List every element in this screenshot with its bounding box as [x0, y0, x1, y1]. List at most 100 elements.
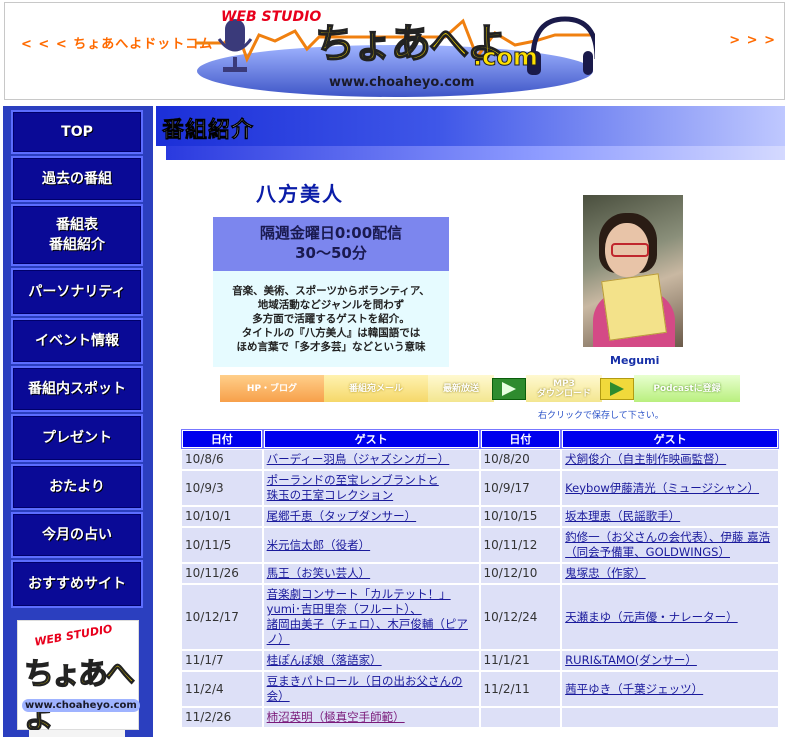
- logo-studio-text: WEB STUDIO: [221, 9, 322, 25]
- guest-link[interactable]: 茜平ゆき（千葉ジェッツ）: [565, 682, 703, 696]
- guest-cell: 音楽劇コンサート「カルテット！」 yumi･吉田里奈（フルート）、 諸岡由美子（…: [263, 585, 479, 649]
- guest-table: 日付 ゲスト 日付 ゲスト 10/8/6 バーディー羽鳥（ジャズシンガー） 10/8…: [180, 428, 780, 729]
- date-cell: 10/9/17: [480, 471, 561, 505]
- header-guest-1: ゲスト: [262, 429, 480, 449]
- header-date-2: 日付: [479, 429, 562, 449]
- date-cell: 10/12/24: [480, 585, 561, 649]
- mail-button[interactable]: 番組宛メール: [324, 375, 428, 402]
- sidebar-item-past-programs[interactable]: 過去の番組: [11, 156, 143, 202]
- date-cell: 10/8/6: [182, 450, 262, 469]
- sidebar-item-recommended[interactable]: おすすめサイト: [11, 560, 143, 608]
- date-cell: 11/1/21: [480, 651, 561, 670]
- table-header-row: 日付 ゲスト 日付 ゲスト: [181, 429, 779, 449]
- schedule-text: 隔週金曜日0:00配信: [259, 224, 403, 242]
- guest-cell: 馬王（お笑い芸人）: [263, 564, 479, 583]
- guest-cell: 茜平ゆき（千葉ジェッツ）: [562, 672, 778, 706]
- date-cell: 10/11/26: [182, 564, 262, 583]
- guest-link[interactable]: 犬飼俊介（自主制作映画監督）: [565, 452, 726, 466]
- section-title: 番組紹介: [162, 118, 255, 144]
- logo-url-text: www.choaheyo.com: [329, 75, 475, 90]
- guest-cell: 桂ぽんぽ娘（落語家）: [263, 651, 479, 670]
- date-cell: 11/1/7: [182, 651, 262, 670]
- guest-link[interactable]: 桂ぽんぽ娘（落語家）: [267, 653, 382, 667]
- guest-cell: 釣修一（お父さんの会代表）、伊藤 嘉浩（同会予備軍、GOLDWINGS）: [562, 528, 778, 562]
- sidebar-item-events[interactable]: イベント情報: [11, 318, 143, 364]
- table-row: 11/2/26 柿沼英明（極真空手師範）: [182, 708, 778, 727]
- duration-text: 30〜50分: [295, 244, 367, 262]
- guest-cell: 天瀬まゆ（元声優・ナレーター）: [562, 585, 778, 649]
- date-cell: 11/2/4: [182, 672, 262, 706]
- table-row: 11/1/7 桂ぽんぽ娘（落語家） 11/1/21 RURI&TAMO(ダンサー）: [182, 651, 778, 670]
- play-latest-icon[interactable]: [492, 378, 526, 400]
- table-row: 10/11/5 米元信太郎（役者） 10/11/12 釣修一（お父さんの会代表）、伊藤…: [182, 528, 778, 562]
- table-row: 10/11/26 馬王（お笑い芸人） 10/12/10 鬼塚忠（作家）: [182, 564, 778, 583]
- guest-link[interactable]: ポーランドの至宝レンブラントと 珠玉の王室コレクション: [267, 473, 439, 502]
- next-site-link[interactable]: > > >: [729, 33, 776, 48]
- guest-link[interactable]: RURI&TAMO(ダンサー）: [565, 653, 697, 667]
- schedule-box: 隔週金曜日0:00配信 30〜50分: [213, 217, 449, 271]
- date-cell: 10/8/20: [480, 450, 561, 469]
- date-cell: 10/10/1: [182, 507, 262, 526]
- sidebar-footer-strip: [29, 730, 125, 737]
- guest-cell: 犬飼俊介（自主制作映画監督）: [562, 450, 778, 469]
- title-underline-strip: [166, 146, 785, 160]
- site-logo[interactable]: WEB STUDIO ちょあへよ .com www.choaheyo.com: [195, 5, 595, 97]
- guest-cell: バーディー羽鳥（ジャズシンガー）: [263, 450, 479, 469]
- sidebar-item-spots[interactable]: 番組内スポット: [11, 366, 143, 412]
- mp3-download-icon[interactable]: [600, 378, 634, 400]
- table-row: 10/8/6 バーディー羽鳥（ジャズシンガー） 10/8/20 犬飼俊介（自主制作映画…: [182, 450, 778, 469]
- guest-link[interactable]: Keybow伊藤清光（ミュージシャン）: [565, 481, 759, 495]
- sidebar-item-top[interactable]: TOP: [11, 110, 143, 154]
- section-title-bar: 番組紹介: [156, 106, 785, 146]
- sidebar-logo-url: www.choaheyo.com: [22, 699, 140, 712]
- guest-link[interactable]: 馬王（お笑い芸人）: [267, 566, 371, 580]
- sidebar-item-present[interactable]: プレゼント: [11, 414, 143, 462]
- save-note: 右クリックで保存して下さい。: [538, 411, 664, 421]
- table-row: 10/9/3 ポーランドの至宝レンブラントと 珠玉の王室コレクション 10/9/17…: [182, 471, 778, 505]
- guest-link[interactable]: 柿沼英明（極真空手師範）: [267, 710, 405, 724]
- date-cell: 10/12/10: [480, 564, 561, 583]
- logo-dotcom-text: .com: [473, 43, 539, 72]
- guest-cell: Keybow伊藤清光（ミュージシャン）: [562, 471, 778, 505]
- sidebar-logo-studio: WEB STUDIO: [33, 622, 114, 649]
- guest-link[interactable]: 天瀬まゆ（元声優・ナレーター）: [565, 610, 738, 624]
- program-description: 音楽、美術、スポーツからボランティア、 地域活動などジャンルを問わず 多方面で活…: [213, 271, 449, 367]
- guest-cell: 豆まきパトロール（日の出お父さんの会）: [263, 672, 479, 706]
- table-row: 11/2/4 豆まきパトロール（日の出お父さんの会） 11/2/11 茜平ゆき（千葉ジ…: [182, 672, 778, 706]
- site-header: < < < ちょあへよドットコム WEB STUDIO ちょあへよ .com w…: [4, 2, 785, 100]
- guest-cell: 坂本理恵（民謡歌手）: [562, 507, 778, 526]
- personality-photo: [583, 195, 683, 347]
- sidebar-logo[interactable]: WEB STUDIO ちょあへよ www.choaheyo.com: [17, 620, 140, 737]
- sidebar-item-personality[interactable]: パーソナリティ: [11, 268, 143, 316]
- guest-link[interactable]: 釣修一（お父さんの会代表）、伊藤 嘉浩（同会予備軍、GOLDWINGS）: [565, 530, 770, 559]
- guest-link[interactable]: 鬼塚忠（作家）: [565, 566, 646, 580]
- program-name: 八方美人: [256, 182, 344, 206]
- guest-cell: 尾郷千恵（タップダンサー）: [263, 507, 479, 526]
- header-date-1: 日付: [181, 429, 263, 449]
- date-cell: [480, 708, 561, 727]
- hp-blog-button[interactable]: HP・ブログ: [220, 375, 324, 402]
- photo-caption: Megumi: [610, 354, 660, 367]
- podcast-button[interactable]: Podcastに登録: [634, 375, 740, 402]
- sidebar-item-letters[interactable]: おたより: [11, 464, 143, 510]
- guest-link[interactable]: バーディー羽鳥（ジャズシンガー）: [267, 452, 450, 466]
- sidebar-item-schedule[interactable]: 番組表 番組紹介: [11, 204, 143, 266]
- sidebar-item-fortune[interactable]: 今月の占い: [11, 512, 143, 558]
- guest-cell: 柿沼英明（極真空手師範）: [263, 708, 479, 727]
- date-cell: 10/9/3: [182, 471, 262, 505]
- table-row: 10/10/1 尾郷千恵（タップダンサー） 10/10/15 坂本理恵（民謡歌手）: [182, 507, 778, 526]
- guest-link[interactable]: 音楽劇コンサート「カルテット！」 yumi･吉田里奈（フルート）、 諸岡由美子（…: [267, 587, 468, 646]
- guest-cell: 鬼塚忠（作家）: [562, 564, 778, 583]
- mp3-download-label: MP3 ダウンロード: [526, 375, 602, 402]
- date-cell: 10/11/12: [480, 528, 561, 562]
- date-cell: 10/11/5: [182, 528, 262, 562]
- table-row: 10/12/17 音楽劇コンサート「カルテット！」 yumi･吉田里奈（フルート）…: [182, 585, 778, 649]
- guest-cell: ポーランドの至宝レンブラントと 珠玉の王室コレクション: [263, 471, 479, 505]
- guest-link[interactable]: 坂本理恵（民謡歌手）: [565, 509, 680, 523]
- photo-booklet: [601, 273, 667, 341]
- prev-site-link[interactable]: < < < ちょあへよドットコム: [21, 33, 213, 52]
- sidebar: TOP 過去の番組 番組表 番組紹介 パーソナリティ イベント情報 番組内スポッ…: [3, 106, 153, 737]
- guest-link[interactable]: 米元信太郎（役者）: [267, 538, 371, 552]
- guest-link[interactable]: 豆まきパトロール（日の出お父さんの会）: [267, 674, 463, 703]
- guest-link[interactable]: 尾郷千恵（タップダンサー）: [267, 509, 417, 523]
